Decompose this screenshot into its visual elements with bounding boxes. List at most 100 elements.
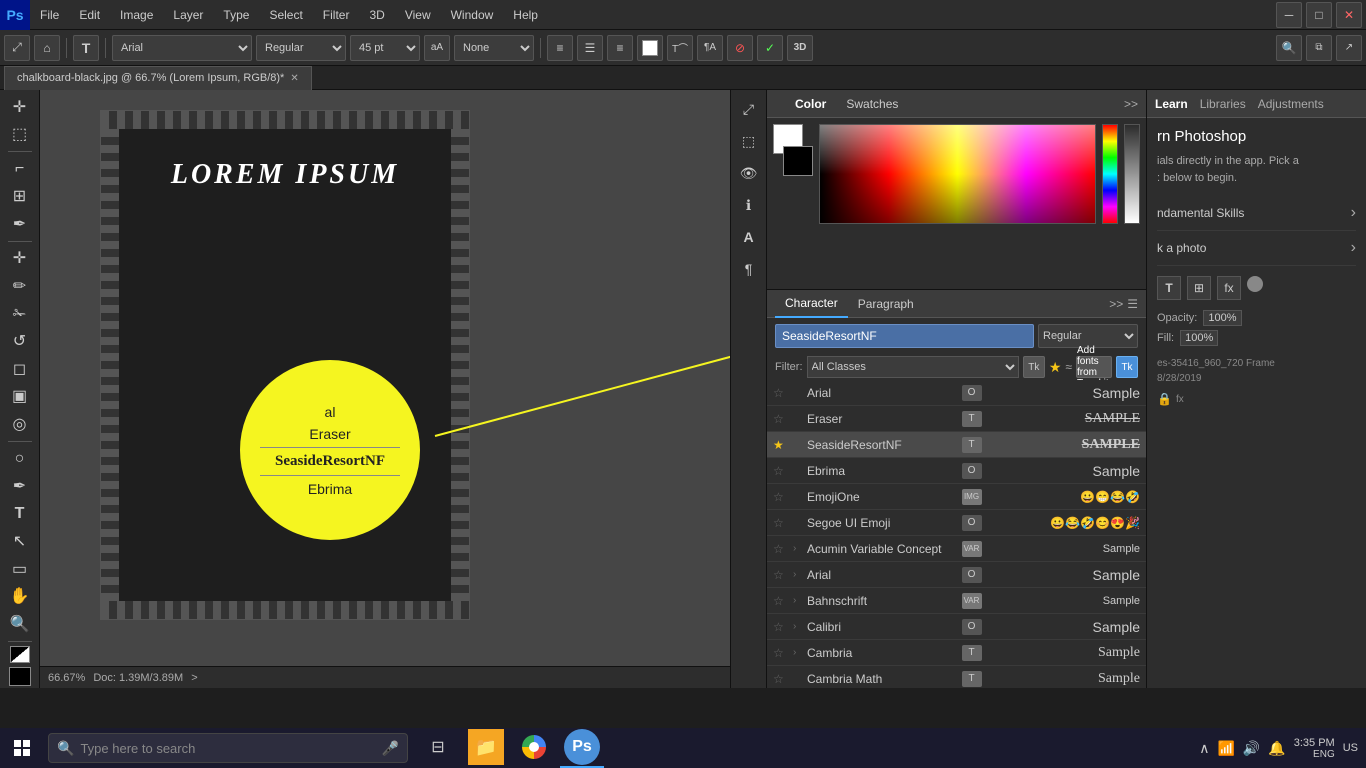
dodge-tool[interactable]: ○ bbox=[5, 446, 35, 472]
blur-tool[interactable]: ◎ bbox=[5, 411, 35, 437]
learn-tab[interactable]: Learn bbox=[1155, 97, 1188, 111]
start-button[interactable] bbox=[0, 728, 44, 768]
minimize-button[interactable]: ─ bbox=[1276, 2, 1302, 28]
learn-tool-layer[interactable]: ⊞ bbox=[1187, 276, 1211, 300]
star-seaside[interactable]: ★ bbox=[773, 438, 789, 452]
fg-color[interactable] bbox=[9, 667, 31, 686]
color-spectrum[interactable] bbox=[819, 124, 1096, 224]
menu-3d[interactable]: 3D bbox=[359, 0, 394, 29]
commit-text-btn[interactable]: ✓ bbox=[757, 35, 783, 61]
filter-select[interactable]: All Classes bbox=[807, 356, 1019, 378]
home-btn[interactable]: ⌂ bbox=[34, 35, 60, 61]
file-tab[interactable]: chalkboard-black.jpg @ 66.7% (Lorem Ipsu… bbox=[4, 66, 312, 90]
anti-alias-select[interactable]: None bbox=[454, 35, 534, 61]
restore-button[interactable]: □ bbox=[1306, 2, 1332, 28]
font-row-cambria-math[interactable]: ☆ Cambria Math T Sample bbox=[767, 666, 1146, 688]
taskbar-task-view[interactable]: ⊟ bbox=[416, 728, 460, 768]
menu-filter[interactable]: Filter bbox=[313, 0, 360, 29]
font-row-calibri[interactable]: ☆ › Calibri O Sample bbox=[767, 614, 1146, 640]
taskbar-photoshop[interactable]: Ps bbox=[560, 728, 604, 768]
font-size-icon[interactable]: aA bbox=[424, 35, 450, 61]
align-center-btn[interactable]: ☰ bbox=[577, 35, 603, 61]
right-icon-eye[interactable]: 👁 bbox=[734, 158, 764, 188]
star-acumin[interactable]: ☆ bbox=[773, 542, 789, 556]
history-brush[interactable]: ↺ bbox=[5, 328, 35, 354]
fg-bg-colors[interactable] bbox=[10, 646, 30, 663]
brush-tool[interactable]: ✏ bbox=[5, 273, 35, 299]
similar-filter-btn[interactable]: ≈ bbox=[1065, 360, 1072, 374]
clock-area[interactable]: 3:35 PM ENG bbox=[1294, 737, 1335, 760]
eyedropper-tool[interactable]: ✒ bbox=[5, 211, 35, 237]
font-row-acumin[interactable]: ☆ › Acumin Variable Concept VAR Sample bbox=[767, 536, 1146, 562]
eraser-tool[interactable]: ◻ bbox=[5, 356, 35, 382]
menu-image[interactable]: Image bbox=[110, 0, 163, 29]
move-tool-btn[interactable]: ⤢ bbox=[4, 35, 30, 61]
workspace-btn[interactable]: ⧉ bbox=[1306, 35, 1332, 61]
typekit-icon[interactable]: Tk bbox=[1116, 356, 1138, 378]
align-left-btn[interactable]: ≡ bbox=[547, 35, 573, 61]
tray-network-icon[interactable]: 📶 bbox=[1217, 740, 1234, 757]
hue-slider[interactable] bbox=[1102, 124, 1118, 224]
3d-btn[interactable]: 3D bbox=[787, 35, 813, 61]
font-row-bahn[interactable]: ☆ › Bahnschrift VAR Sample bbox=[767, 588, 1146, 614]
char-para-btn[interactable]: ¶A bbox=[697, 35, 723, 61]
font-row-eraser-1[interactable]: ☆ Eraser T SAMPLE bbox=[767, 406, 1146, 432]
star-ebrima-1[interactable]: ☆ bbox=[773, 464, 789, 478]
font-family-select[interactable]: Arial bbox=[112, 35, 252, 61]
color-swatch-btn[interactable] bbox=[637, 35, 663, 61]
cancel-text-btn[interactable]: ⊘ bbox=[727, 35, 753, 61]
path-select-tool[interactable]: ↖ bbox=[5, 528, 35, 554]
font-row-arial-1[interactable]: ☆ Arial O Sample bbox=[767, 380, 1146, 406]
paragraph-tab[interactable]: Paragraph bbox=[848, 290, 924, 318]
menu-view[interactable]: View bbox=[395, 0, 441, 29]
menu-edit[interactable]: Edit bbox=[69, 0, 110, 29]
taskbar-file-explorer[interactable]: 📁 bbox=[464, 728, 508, 768]
selection-tool[interactable]: ⬚ bbox=[5, 122, 35, 148]
close-button[interactable]: ✕ bbox=[1336, 2, 1362, 28]
expand-cambria[interactable]: › bbox=[793, 647, 803, 658]
crop-tool[interactable]: ⊞ bbox=[5, 184, 35, 210]
learn-section-fundamental[interactable]: ndamental Skills › bbox=[1157, 196, 1356, 231]
color-panel-expand[interactable]: >> bbox=[1124, 97, 1138, 111]
expand-bahn[interactable]: › bbox=[793, 595, 803, 606]
character-tab[interactable]: Character bbox=[775, 290, 848, 318]
add-typekit-btn[interactable]: Add fonts from Typekit bbox=[1076, 356, 1112, 378]
swatches-tab[interactable]: Swatches bbox=[836, 90, 908, 118]
taskbar-mic-icon[interactable]: 🎤 bbox=[382, 740, 399, 757]
healing-tool[interactable]: ✛ bbox=[5, 246, 35, 272]
lasso-tool[interactable]: ⌐ bbox=[5, 156, 35, 182]
tray-expand-icon[interactable]: ∧ bbox=[1199, 740, 1209, 757]
learn-section-photo[interactable]: k a photo › bbox=[1157, 231, 1356, 266]
right-icon-info[interactable]: ℹ bbox=[734, 190, 764, 220]
star-arial-2[interactable]: ☆ bbox=[773, 568, 789, 582]
hand-tool[interactable]: ✋ bbox=[5, 584, 35, 610]
menu-window[interactable]: Window bbox=[441, 0, 504, 29]
share-btn[interactable]: ↗ bbox=[1336, 35, 1362, 61]
panel-menu-btn[interactable]: ☰ bbox=[1127, 297, 1138, 311]
star-cambria[interactable]: ☆ bbox=[773, 646, 789, 660]
tray-notification-icon[interactable]: 🔔 bbox=[1268, 740, 1285, 757]
font-row-arial-2[interactable]: ☆ › Arial O Sample bbox=[767, 562, 1146, 588]
tab-close-btn[interactable]: ✕ bbox=[290, 73, 298, 84]
expand-acumin[interactable]: › bbox=[793, 543, 803, 554]
tray-speaker-icon[interactable]: 🔊 bbox=[1243, 740, 1260, 757]
shape-tool[interactable]: ▭ bbox=[5, 556, 35, 582]
search-btn[interactable]: 🔍 bbox=[1276, 35, 1302, 61]
star-calibri[interactable]: ☆ bbox=[773, 620, 789, 634]
star-cambria-math[interactable]: ☆ bbox=[773, 672, 789, 686]
alpha-slider[interactable] bbox=[1124, 124, 1140, 224]
font-size-select[interactable]: 45 pt bbox=[350, 35, 420, 61]
menu-file[interactable]: File bbox=[30, 0, 69, 29]
gradient-tool[interactable]: ▣ bbox=[5, 384, 35, 410]
warp-text-btn[interactable]: T⌒ bbox=[667, 35, 693, 61]
color-tab[interactable] bbox=[775, 90, 795, 118]
zoom-tool[interactable]: 🔍 bbox=[5, 611, 35, 637]
clone-tool[interactable]: ✁ bbox=[5, 301, 35, 327]
learn-tool-t[interactable]: T bbox=[1157, 276, 1181, 300]
menu-layer[interactable]: Layer bbox=[163, 0, 213, 29]
right-icon-type[interactable]: A bbox=[734, 222, 764, 252]
expand-calibri[interactable]: › bbox=[793, 621, 803, 632]
align-right-btn[interactable]: ≡ bbox=[607, 35, 633, 61]
panel-expand-btn[interactable]: >> bbox=[1109, 297, 1123, 311]
taskbar-search-bar[interactable]: 🔍 Type here to search 🎤 bbox=[48, 733, 408, 763]
